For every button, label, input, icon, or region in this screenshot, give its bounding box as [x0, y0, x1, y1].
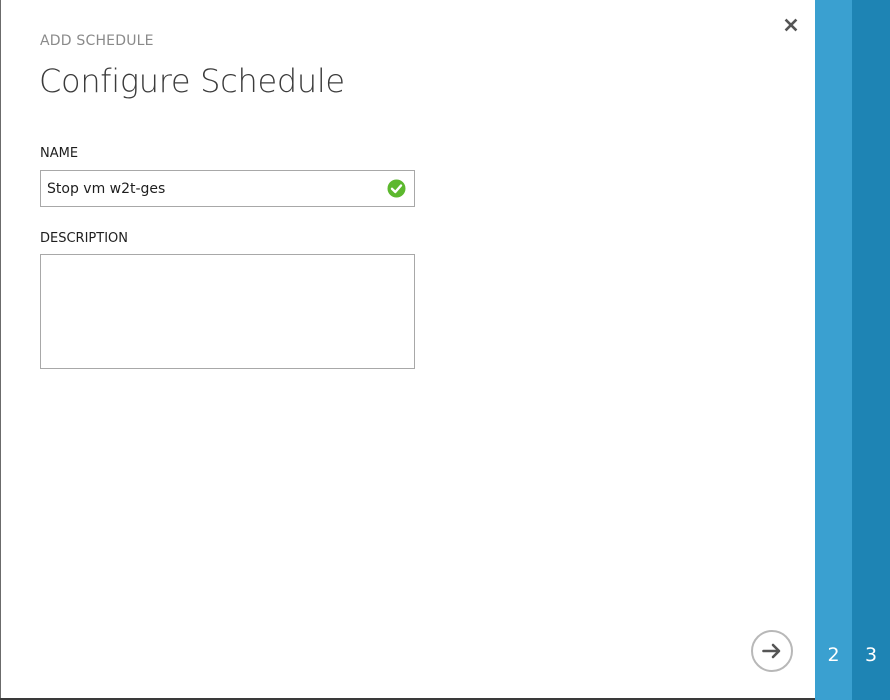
wizard-step-3-number: 3	[864, 644, 878, 666]
name-input[interactable]	[41, 171, 371, 206]
description-label: DESCRIPTION	[40, 231, 128, 246]
arrow-right-circle-icon	[751, 630, 793, 672]
wizard-step-3[interactable]: 3	[852, 0, 890, 700]
name-field-container	[40, 170, 415, 207]
wizard-step-2[interactable]: 2	[815, 0, 852, 700]
dialog-left-border	[0, 0, 1, 700]
page-title: Configure Schedule	[39, 62, 345, 100]
next-button[interactable]	[750, 629, 794, 673]
name-label: NAME	[40, 146, 79, 161]
close-icon	[784, 18, 798, 32]
dialog-content: ADD SCHEDULE Configure Schedule NAME DES…	[0, 0, 815, 698]
description-textarea[interactable]	[41, 255, 414, 368]
wizard-step-2-number: 2	[827, 644, 840, 666]
description-field-container	[40, 254, 415, 369]
close-button[interactable]	[781, 15, 801, 35]
add-schedule-dialog: ADD SCHEDULE Configure Schedule NAME DES…	[0, 0, 890, 700]
valid-check-icon	[387, 179, 406, 198]
dialog-subtitle: ADD SCHEDULE	[40, 33, 154, 49]
